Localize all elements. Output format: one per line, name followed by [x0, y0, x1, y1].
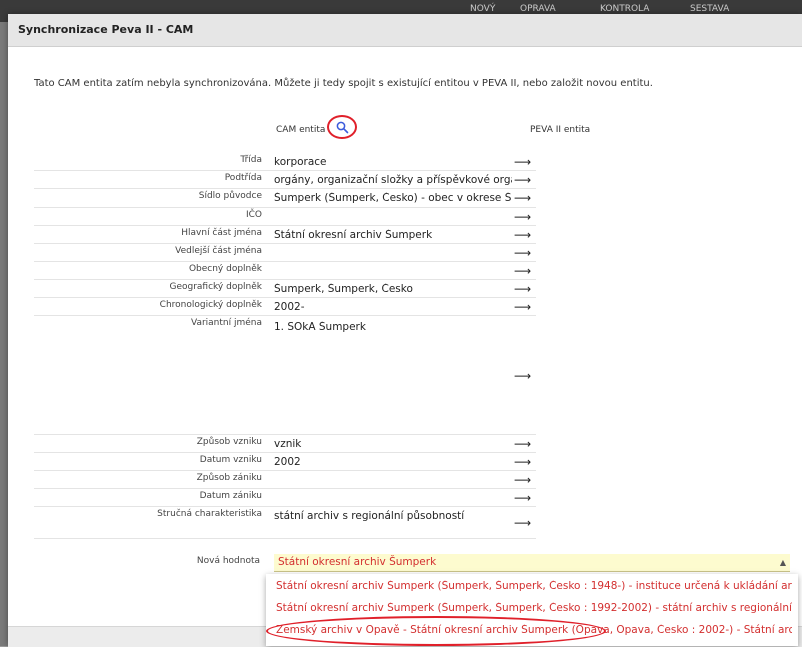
- search-button[interactable]: [327, 115, 357, 139]
- search-icon: [336, 121, 349, 134]
- cam-value: 2002-: [274, 301, 305, 313]
- toolbar-item: KONTROLA: [600, 4, 650, 14]
- table-row: Sídlo původce Šumperk (Šumperk, Česko) - …: [34, 188, 536, 208]
- copy-arrow-icon[interactable]: ⟶: [514, 369, 531, 383]
- table-row: Vedlejší část jména ⟶: [34, 243, 536, 262]
- toolbar-item: SESTAVA: [690, 4, 730, 14]
- copy-arrow-icon[interactable]: ⟶: [514, 155, 531, 169]
- copy-arrow-icon[interactable]: ⟶: [514, 491, 531, 505]
- dropdown-option[interactable]: Zemský archiv v Opavě - Státní okresní a…: [276, 624, 792, 636]
- new-value-label: Nová hodnota: [196, 556, 260, 566]
- row-label: Chronologický doplněk: [159, 300, 262, 310]
- row-label: Datum zániku: [199, 491, 262, 501]
- toolbar-item: NOVÝ: [470, 4, 496, 14]
- dropdown-option[interactable]: Státní okresní archiv Šumperk (Šumperk, …: [276, 580, 792, 592]
- row-label: Sídlo původce: [198, 191, 262, 201]
- cam-value: 1. SOkA Šumperk: [274, 321, 366, 333]
- new-value-select[interactable]: Státní okresní archiv Šumperk ▲: [274, 554, 790, 572]
- row-label: Způsob vzniku: [196, 437, 262, 447]
- table-row: Chronologický doplněk 2002- ⟶: [34, 297, 536, 316]
- table-row: Hlavní část jména Státní okresní archiv Š…: [34, 225, 536, 244]
- copy-arrow-icon[interactable]: ⟶: [514, 228, 531, 242]
- new-value-row: Nová hodnota Státní okresní archiv Šumpe…: [34, 552, 790, 574]
- table-row: Způsob vzniku vznik ⟶: [34, 434, 536, 453]
- table-row: Datum vzniku 2002 ⟶: [34, 452, 536, 471]
- row-label: Třída: [240, 155, 262, 165]
- copy-arrow-icon[interactable]: ⟶: [514, 516, 531, 530]
- new-value-selected: Státní okresní archiv Šumperk: [278, 556, 437, 568]
- copy-arrow-icon[interactable]: ⟶: [514, 455, 531, 469]
- row-label: Hlavní část jména: [181, 228, 262, 238]
- cam-value: orgány, organizační složky a příspěvkové…: [274, 174, 512, 186]
- dialog-title: Synchronizace Peva II - CAM: [18, 23, 194, 36]
- table-row: Geografický doplněk Šumperk, Šumperk, Čes…: [34, 279, 536, 298]
- cam-value: vznik: [274, 438, 302, 450]
- table-row: Způsob zániku ⟶: [34, 470, 536, 489]
- row-label: Geografický doplněk: [169, 282, 262, 292]
- row-label: Vedlejší část jména: [175, 246, 262, 256]
- copy-arrow-icon[interactable]: ⟶: [514, 437, 531, 451]
- cam-value: Státní okresní archiv Šumperk: [274, 229, 433, 241]
- row-label: Podtřída: [224, 173, 262, 183]
- table-row: Třída korporace ⟶: [34, 152, 536, 171]
- toolbar-item: OPRAVA: [520, 4, 556, 14]
- table-row: Stručná charakteristika státní archiv s r…: [34, 506, 536, 539]
- row-label: IČO: [245, 210, 262, 220]
- cam-value: 2002: [274, 456, 301, 468]
- table-row: Podtřída orgány, organizační složky a pří…: [34, 170, 536, 189]
- cam-value: Šumperk (Šumperk, Česko) - obec v okrese…: [274, 192, 512, 204]
- table-row: Variantní jména 1. SOkA Šumperk ⟶: [34, 315, 536, 435]
- caret-up-icon: ▲: [779, 558, 786, 567]
- row-label: Způsob zániku: [196, 473, 262, 483]
- copy-arrow-icon[interactable]: ⟶: [514, 210, 531, 224]
- copy-arrow-icon[interactable]: ⟶: [514, 246, 531, 260]
- table-row: IČO ⟶: [34, 207, 536, 226]
- copy-arrow-icon[interactable]: ⟶: [514, 282, 531, 296]
- background-sidebar: [0, 22, 8, 646]
- table-row: Datum zániku ⟶: [34, 488, 536, 507]
- copy-arrow-icon[interactable]: ⟶: [514, 191, 531, 205]
- sync-dialog: Synchronizace Peva II - CAM Tato CAM ent…: [8, 14, 802, 647]
- intro-text: Tato CAM entita zatím nebyla synchronizo…: [34, 78, 653, 89]
- row-label: Stručná charakteristika: [157, 509, 262, 519]
- cam-value: státní archiv s regionální působností: [274, 510, 465, 522]
- copy-arrow-icon[interactable]: ⟶: [514, 264, 531, 278]
- dialog-titlebar: Synchronizace Peva II - CAM: [8, 14, 802, 47]
- copy-arrow-icon[interactable]: ⟶: [514, 473, 531, 487]
- copy-arrow-icon[interactable]: ⟶: [514, 173, 531, 187]
- table-row: Obecný doplněk ⟶: [34, 261, 536, 280]
- cam-value: Šumperk, Šumperk, Česko: [274, 283, 413, 295]
- row-label: Obecný doplněk: [188, 264, 262, 274]
- copy-arrow-icon[interactable]: ⟶: [514, 300, 531, 314]
- row-label: Variantní jména: [190, 318, 262, 328]
- column-header-peva: PEVA II entita: [530, 125, 591, 135]
- row-label: Datum vzniku: [199, 455, 262, 465]
- new-value-dropdown: Státní okresní archiv Šumperk (Šumperk, …: [266, 574, 798, 646]
- cam-value: korporace: [274, 156, 327, 168]
- column-header-cam: CAM entita: [276, 125, 326, 135]
- dropdown-option[interactable]: Státní okresní archiv Šumperk (Šumperk, …: [276, 602, 792, 614]
